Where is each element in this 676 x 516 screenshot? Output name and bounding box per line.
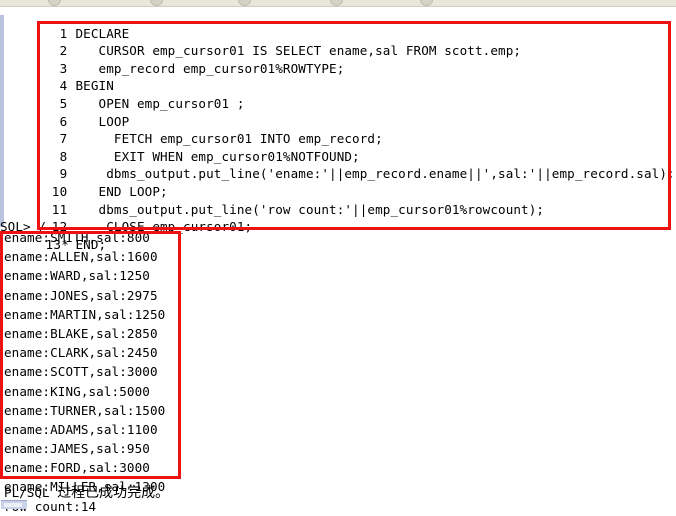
status-message: PL/SQL 过程已成功完成。 xyxy=(4,484,169,502)
toolbar-icon-2[interactable] xyxy=(150,0,163,6)
status-text: 过程已成功完成。 xyxy=(57,485,170,501)
code-line: 3 emp_record emp_cursor01%ROWTYPE; xyxy=(0,42,676,76)
code-line: 2 CURSOR emp_cursor01 IS SELECT ename,sa… xyxy=(0,25,676,58)
status-prefix: PL/SQL xyxy=(4,485,58,500)
output-row: ename:ALLEN,sal:1600 xyxy=(4,249,158,265)
code-line: 11 dbms_output.put_line('row count:'||em… xyxy=(0,183,676,217)
code-line: 12 CLOSE emp_cursor01; xyxy=(0,201,676,234)
code-line: 9 dbms_output.put_line('ename:'||emp_rec… xyxy=(0,148,676,181)
output-row: ename:MARTIN,sal:1250 xyxy=(4,306,166,322)
output-row: ename:FORD,sal:3000 xyxy=(4,460,150,476)
window-chrome-nub xyxy=(1,500,27,509)
code-line: 8 EXIT WHEN emp_cursor01%NOTFOUND; xyxy=(0,130,676,164)
toolbar-icon-4[interactable] xyxy=(330,0,343,6)
output-row: ename:JONES,sal:2975 xyxy=(4,287,158,303)
code-line: 7 FETCH emp_cursor01 INTO emp_record; xyxy=(0,113,676,146)
toolbar-icon-5[interactable] xyxy=(420,0,433,6)
sql-code-buffer[interactable]: 1 DECLARE 2 CURSOR emp_cursor01 IS SELECT… xyxy=(0,7,676,252)
output-row: ename:SCOTT,sal:3000 xyxy=(4,364,158,380)
output-row: ename:CLARK,sal:2450 xyxy=(4,345,158,361)
output-row: ename:ADAMS,sal:1100 xyxy=(4,421,158,437)
dbms-output-results: ename:SMITH,sal:800 ename:ALLEN,sal:1600… xyxy=(4,228,304,516)
output-row: ename:SMITH,sal:800 xyxy=(4,230,150,245)
output-row: ename:KING,sal:5000 xyxy=(4,383,150,399)
code-line: 1 DECLARE xyxy=(0,7,676,41)
output-row: ename:JAMES,sal:950 xyxy=(4,441,150,457)
code-line: 5 OPEN emp_cursor01 ; xyxy=(0,77,676,111)
output-row: ename:TURNER,sal:1500 xyxy=(4,402,166,418)
code-line: 6 LOOP xyxy=(0,95,676,129)
toolbar-strip xyxy=(0,0,676,7)
output-row: ename:BLAKE,sal:2850 xyxy=(4,325,158,341)
toolbar-icon-3[interactable] xyxy=(238,0,251,6)
code-line: 4 BEGIN xyxy=(0,60,676,93)
code-line: 10 END LOOP; xyxy=(0,165,676,199)
toolbar-icon-1[interactable] xyxy=(48,0,61,6)
sqlplus-console[interactable]: 1 DECLARE 2 CURSOR emp_cursor01 IS SELECT… xyxy=(0,7,676,514)
output-row: ename:WARD,sal:1250 xyxy=(4,268,150,284)
